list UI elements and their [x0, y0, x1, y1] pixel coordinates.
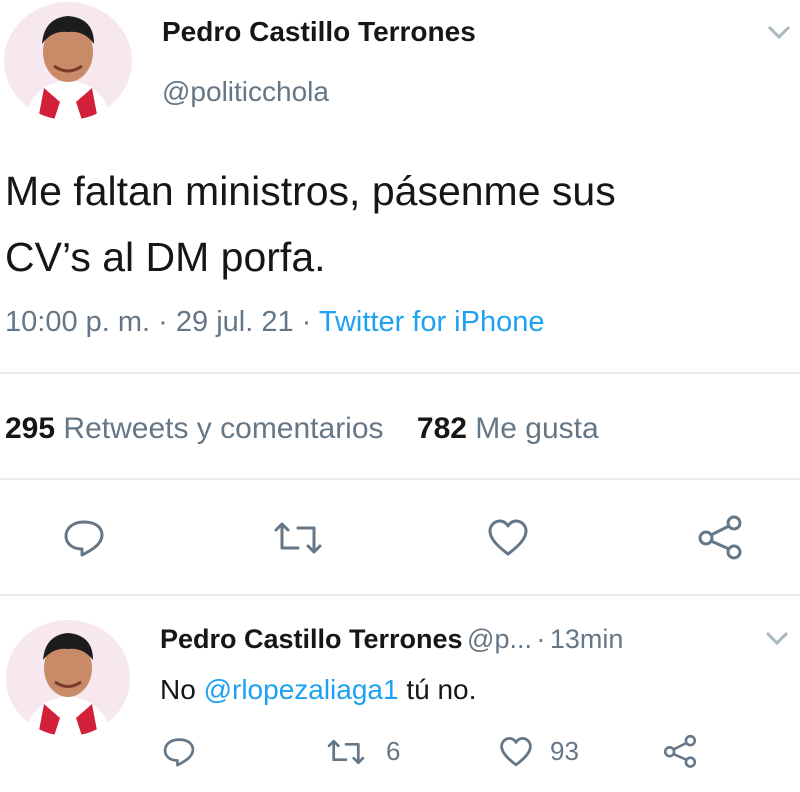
tweet-time: 10:00 p. m.: [5, 306, 151, 338]
likes-label: Me gusta: [475, 412, 599, 445]
author-handle[interactable]: @politicchola: [162, 76, 329, 108]
chevron-down-icon[interactable]: [764, 630, 790, 651]
divider: [0, 478, 800, 480]
reply-text-after: tú no.: [398, 674, 477, 705]
retweet-icon[interactable]: [272, 520, 324, 561]
reply-like-count: 93: [550, 736, 579, 766]
divider: [0, 594, 800, 596]
reply-text-before: No: [160, 674, 204, 705]
reply-time-separator: ·: [536, 624, 546, 654]
reply-mention-link[interactable]: @rlopezaliaga1: [204, 674, 399, 705]
tweet-text-line: CV’s al DM porfa.: [5, 234, 326, 280]
author-name[interactable]: Pedro Castillo Terrones: [162, 16, 476, 48]
reply-retweet-count: 6: [386, 736, 401, 766]
tweet-text-line: Me faltan ministros, pásenme sus: [5, 168, 616, 214]
reply-icon[interactable]: [162, 736, 196, 773]
tweet-source[interactable]: Twitter for iPhone: [319, 306, 545, 338]
share-icon[interactable]: [696, 514, 744, 565]
reply-header: Pedro Castillo Terrones @p... · 13min: [160, 624, 623, 655]
like-icon[interactable]: [486, 518, 530, 563]
likes-count: 782: [416, 412, 467, 445]
author-avatar[interactable]: [4, 2, 132, 120]
likes-stat[interactable]: 782 Me gusta: [417, 412, 599, 445]
tweet-stats: 295 Retweets y comentarios 782 Me gusta: [5, 412, 599, 446]
retweets-count: 295: [5, 412, 56, 445]
meta-separator: ·: [293, 306, 319, 338]
reply-author-name[interactable]: Pedro Castillo Terrones: [160, 624, 463, 654]
retweets-stat[interactable]: 295 Retweets y comentarios: [5, 412, 384, 445]
reply-author-handle[interactable]: @p...: [467, 624, 532, 654]
retweets-label: Retweets y comentarios: [63, 412, 384, 445]
share-icon[interactable]: [662, 734, 698, 773]
chevron-down-icon[interactable]: [766, 24, 792, 45]
like-icon[interactable]: [498, 736, 534, 773]
tweet-meta: 10:00 p. m. · 29 jul. 21 · Twitter for i…: [5, 306, 544, 339]
divider: [0, 372, 800, 374]
tweet-date: 29 jul. 21: [175, 306, 294, 338]
reply-author-avatar[interactable]: [6, 620, 130, 736]
retweet-icon[interactable]: [326, 738, 366, 771]
meta-separator: ·: [150, 306, 176, 338]
reply-time[interactable]: 13min: [550, 624, 624, 654]
tweet-text: Me faltan ministros, pásenme sus CV’s al…: [5, 158, 616, 290]
reply-icon[interactable]: [62, 518, 106, 563]
reply-text: No @rlopezaliaga1 tú no.: [160, 674, 476, 706]
